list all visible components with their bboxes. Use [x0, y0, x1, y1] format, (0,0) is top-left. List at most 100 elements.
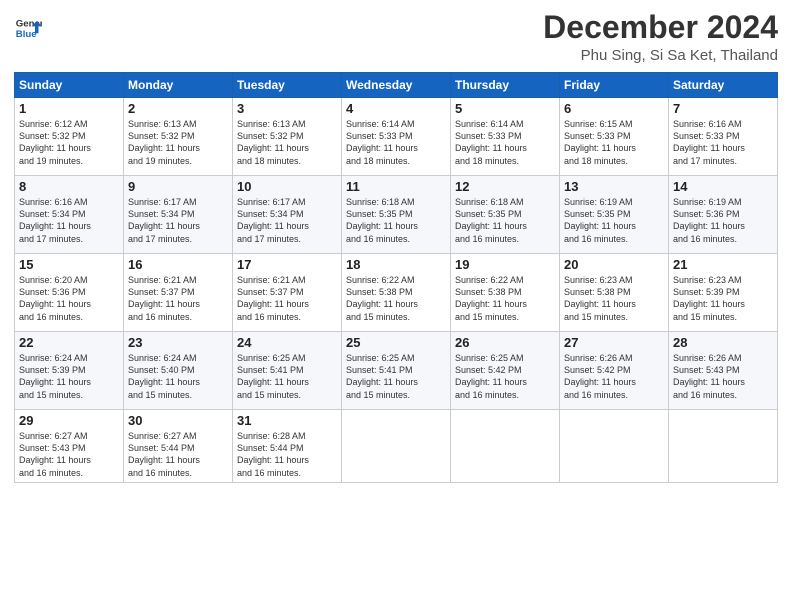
day-number: 15 — [19, 257, 119, 272]
title-block: December 2024 Phu Sing, Si Sa Ket, Thail… — [543, 10, 778, 64]
cell-info: Sunrise: 6:13 AM Sunset: 5:32 PM Dayligh… — [237, 118, 337, 167]
day-number: 29 — [19, 413, 119, 428]
calendar-cell: 4 Sunrise: 6:14 AM Sunset: 5:33 PM Daylig… — [342, 98, 451, 176]
cell-info: Sunrise: 6:23 AM Sunset: 5:39 PM Dayligh… — [673, 274, 773, 323]
weekday-header: Friday — [560, 73, 669, 98]
calendar-cell: 12 Sunrise: 6:18 AM Sunset: 5:35 PM Dayli… — [451, 176, 560, 254]
cell-info: Sunrise: 6:19 AM Sunset: 5:36 PM Dayligh… — [673, 196, 773, 245]
calendar-cell: 30 Sunrise: 6:27 AM Sunset: 5:44 PM Dayli… — [124, 410, 233, 483]
calendar-cell: 3 Sunrise: 6:13 AM Sunset: 5:32 PM Daylig… — [233, 98, 342, 176]
weekday-header: Thursday — [451, 73, 560, 98]
cell-info: Sunrise: 6:16 AM Sunset: 5:34 PM Dayligh… — [19, 196, 119, 245]
day-number: 22 — [19, 335, 119, 350]
cell-info: Sunrise: 6:21 AM Sunset: 5:37 PM Dayligh… — [128, 274, 228, 323]
weekday-header: Sunday — [15, 73, 124, 98]
calendar-week-row: 15 Sunrise: 6:20 AM Sunset: 5:36 PM Dayli… — [15, 254, 778, 332]
calendar-cell — [669, 410, 778, 483]
calendar-cell: 16 Sunrise: 6:21 AM Sunset: 5:37 PM Dayli… — [124, 254, 233, 332]
calendar: SundayMondayTuesdayWednesdayThursdayFrid… — [14, 72, 778, 483]
cell-info: Sunrise: 6:26 AM Sunset: 5:42 PM Dayligh… — [564, 352, 664, 401]
calendar-cell: 6 Sunrise: 6:15 AM Sunset: 5:33 PM Daylig… — [560, 98, 669, 176]
calendar-cell: 13Sunrise: 6:19 AM Sunset: 5:35 PM Dayli… — [560, 176, 669, 254]
cell-info: Sunrise: 6:20 AM Sunset: 5:36 PM Dayligh… — [19, 274, 119, 323]
weekday-header: Monday — [124, 73, 233, 98]
day-number: 26 — [455, 335, 555, 350]
cell-info: Sunrise: 6:27 AM Sunset: 5:43 PM Dayligh… — [19, 430, 119, 479]
calendar-cell: 1 Sunrise: 6:12 AM Sunset: 5:32 PM Daylig… — [15, 98, 124, 176]
cell-info: Sunrise: 6:14 AM Sunset: 5:33 PM Dayligh… — [346, 118, 446, 167]
cell-info: Sunrise: 6:14 AM Sunset: 5:33 PM Dayligh… — [455, 118, 555, 167]
logo: General Blue — [14, 14, 42, 42]
page: General Blue December 2024 Phu Sing, Si … — [0, 0, 792, 612]
calendar-cell: 21 Sunrise: 6:23 AM Sunset: 5:39 PM Dayli… — [669, 254, 778, 332]
cell-info: Sunrise: 6:21 AM Sunset: 5:37 PM Dayligh… — [237, 274, 337, 323]
calendar-cell: 23Sunrise: 6:24 AM Sunset: 5:40 PM Dayli… — [124, 332, 233, 410]
calendar-cell: 9Sunrise: 6:17 AM Sunset: 5:34 PM Daylig… — [124, 176, 233, 254]
calendar-cell — [451, 410, 560, 483]
day-number: 4 — [346, 101, 446, 116]
day-number: 10 — [237, 179, 337, 194]
day-number: 1 — [19, 101, 119, 116]
day-number: 25 — [346, 335, 446, 350]
header: General Blue December 2024 Phu Sing, Si … — [14, 10, 778, 64]
day-number: 28 — [673, 335, 773, 350]
day-number: 27 — [564, 335, 664, 350]
cell-info: Sunrise: 6:15 AM Sunset: 5:33 PM Dayligh… — [564, 118, 664, 167]
calendar-cell: 15 Sunrise: 6:20 AM Sunset: 5:36 PM Dayli… — [15, 254, 124, 332]
cell-info: Sunrise: 6:22 AM Sunset: 5:38 PM Dayligh… — [455, 274, 555, 323]
cell-info: Sunrise: 6:25 AM Sunset: 5:41 PM Dayligh… — [346, 352, 446, 401]
day-number: 2 — [128, 101, 228, 116]
calendar-cell: 29 Sunrise: 6:27 AM Sunset: 5:43 PM Dayli… — [15, 410, 124, 483]
cell-info: Sunrise: 6:16 AM Sunset: 5:33 PM Dayligh… — [673, 118, 773, 167]
day-number: 5 — [455, 101, 555, 116]
cell-info: Sunrise: 6:22 AM Sunset: 5:38 PM Dayligh… — [346, 274, 446, 323]
cell-info: Sunrise: 6:28 AM Sunset: 5:44 PM Dayligh… — [237, 430, 337, 479]
cell-info: Sunrise: 6:18 AM Sunset: 5:35 PM Dayligh… — [455, 196, 555, 245]
weekday-header-row: SundayMondayTuesdayWednesdayThursdayFrid… — [15, 73, 778, 98]
cell-info: Sunrise: 6:13 AM Sunset: 5:32 PM Dayligh… — [128, 118, 228, 167]
day-number: 14 — [673, 179, 773, 194]
calendar-week-row: 29 Sunrise: 6:27 AM Sunset: 5:43 PM Dayli… — [15, 410, 778, 483]
cell-info: Sunrise: 6:12 AM Sunset: 5:32 PM Dayligh… — [19, 118, 119, 167]
cell-info: Sunrise: 6:27 AM Sunset: 5:44 PM Dayligh… — [128, 430, 228, 479]
calendar-cell: 25 Sunrise: 6:25 AM Sunset: 5:41 PM Dayli… — [342, 332, 451, 410]
calendar-cell: 8Sunrise: 6:16 AM Sunset: 5:34 PM Daylig… — [15, 176, 124, 254]
weekday-header: Saturday — [669, 73, 778, 98]
day-number: 3 — [237, 101, 337, 116]
calendar-cell: 31 Sunrise: 6:28 AM Sunset: 5:44 PM Dayli… — [233, 410, 342, 483]
day-number: 11 — [346, 179, 446, 194]
cell-info: Sunrise: 6:23 AM Sunset: 5:38 PM Dayligh… — [564, 274, 664, 323]
calendar-cell: 11 Sunrise: 6:18 AM Sunset: 5:35 PM Dayli… — [342, 176, 451, 254]
calendar-cell: 20 Sunrise: 6:23 AM Sunset: 5:38 PM Dayli… — [560, 254, 669, 332]
calendar-cell: 2 Sunrise: 6:13 AM Sunset: 5:32 PM Daylig… — [124, 98, 233, 176]
calendar-cell: 24Sunrise: 6:25 AM Sunset: 5:41 PM Dayli… — [233, 332, 342, 410]
day-number: 21 — [673, 257, 773, 272]
calendar-cell — [560, 410, 669, 483]
month-title: December 2024 — [543, 10, 778, 45]
day-number: 30 — [128, 413, 228, 428]
day-number: 6 — [564, 101, 664, 116]
day-number: 20 — [564, 257, 664, 272]
calendar-cell: 14 Sunrise: 6:19 AM Sunset: 5:36 PM Dayli… — [669, 176, 778, 254]
cell-info: Sunrise: 6:24 AM Sunset: 5:39 PM Dayligh… — [19, 352, 119, 401]
day-number: 23 — [128, 335, 228, 350]
calendar-cell: 26Sunrise: 6:25 AM Sunset: 5:42 PM Dayli… — [451, 332, 560, 410]
calendar-cell: 5 Sunrise: 6:14 AM Sunset: 5:33 PM Daylig… — [451, 98, 560, 176]
day-number: 18 — [346, 257, 446, 272]
day-number: 16 — [128, 257, 228, 272]
logo-icon: General Blue — [14, 14, 42, 42]
day-number: 31 — [237, 413, 337, 428]
weekday-header: Wednesday — [342, 73, 451, 98]
calendar-body: 1 Sunrise: 6:12 AM Sunset: 5:32 PM Daylig… — [15, 98, 778, 483]
calendar-cell: 18 Sunrise: 6:22 AM Sunset: 5:38 PM Dayli… — [342, 254, 451, 332]
day-number: 24 — [237, 335, 337, 350]
calendar-cell: 27 Sunrise: 6:26 AM Sunset: 5:42 PM Dayli… — [560, 332, 669, 410]
svg-text:Blue: Blue — [16, 29, 37, 40]
calendar-cell: 28Sunrise: 6:26 AM Sunset: 5:43 PM Dayli… — [669, 332, 778, 410]
cell-info: Sunrise: 6:17 AM Sunset: 5:34 PM Dayligh… — [237, 196, 337, 245]
cell-info: Sunrise: 6:18 AM Sunset: 5:35 PM Dayligh… — [346, 196, 446, 245]
calendar-cell: 7 Sunrise: 6:16 AM Sunset: 5:33 PM Daylig… — [669, 98, 778, 176]
day-number: 12 — [455, 179, 555, 194]
cell-info: Sunrise: 6:17 AM Sunset: 5:34 PM Dayligh… — [128, 196, 228, 245]
day-number: 7 — [673, 101, 773, 116]
